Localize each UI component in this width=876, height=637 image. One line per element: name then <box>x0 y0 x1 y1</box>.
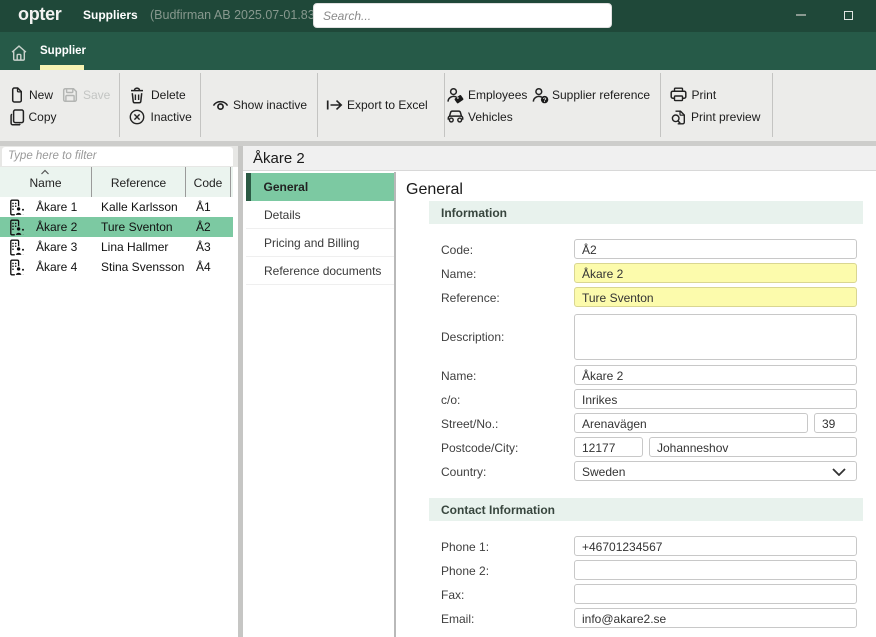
svg-text:?: ? <box>543 97 547 104</box>
